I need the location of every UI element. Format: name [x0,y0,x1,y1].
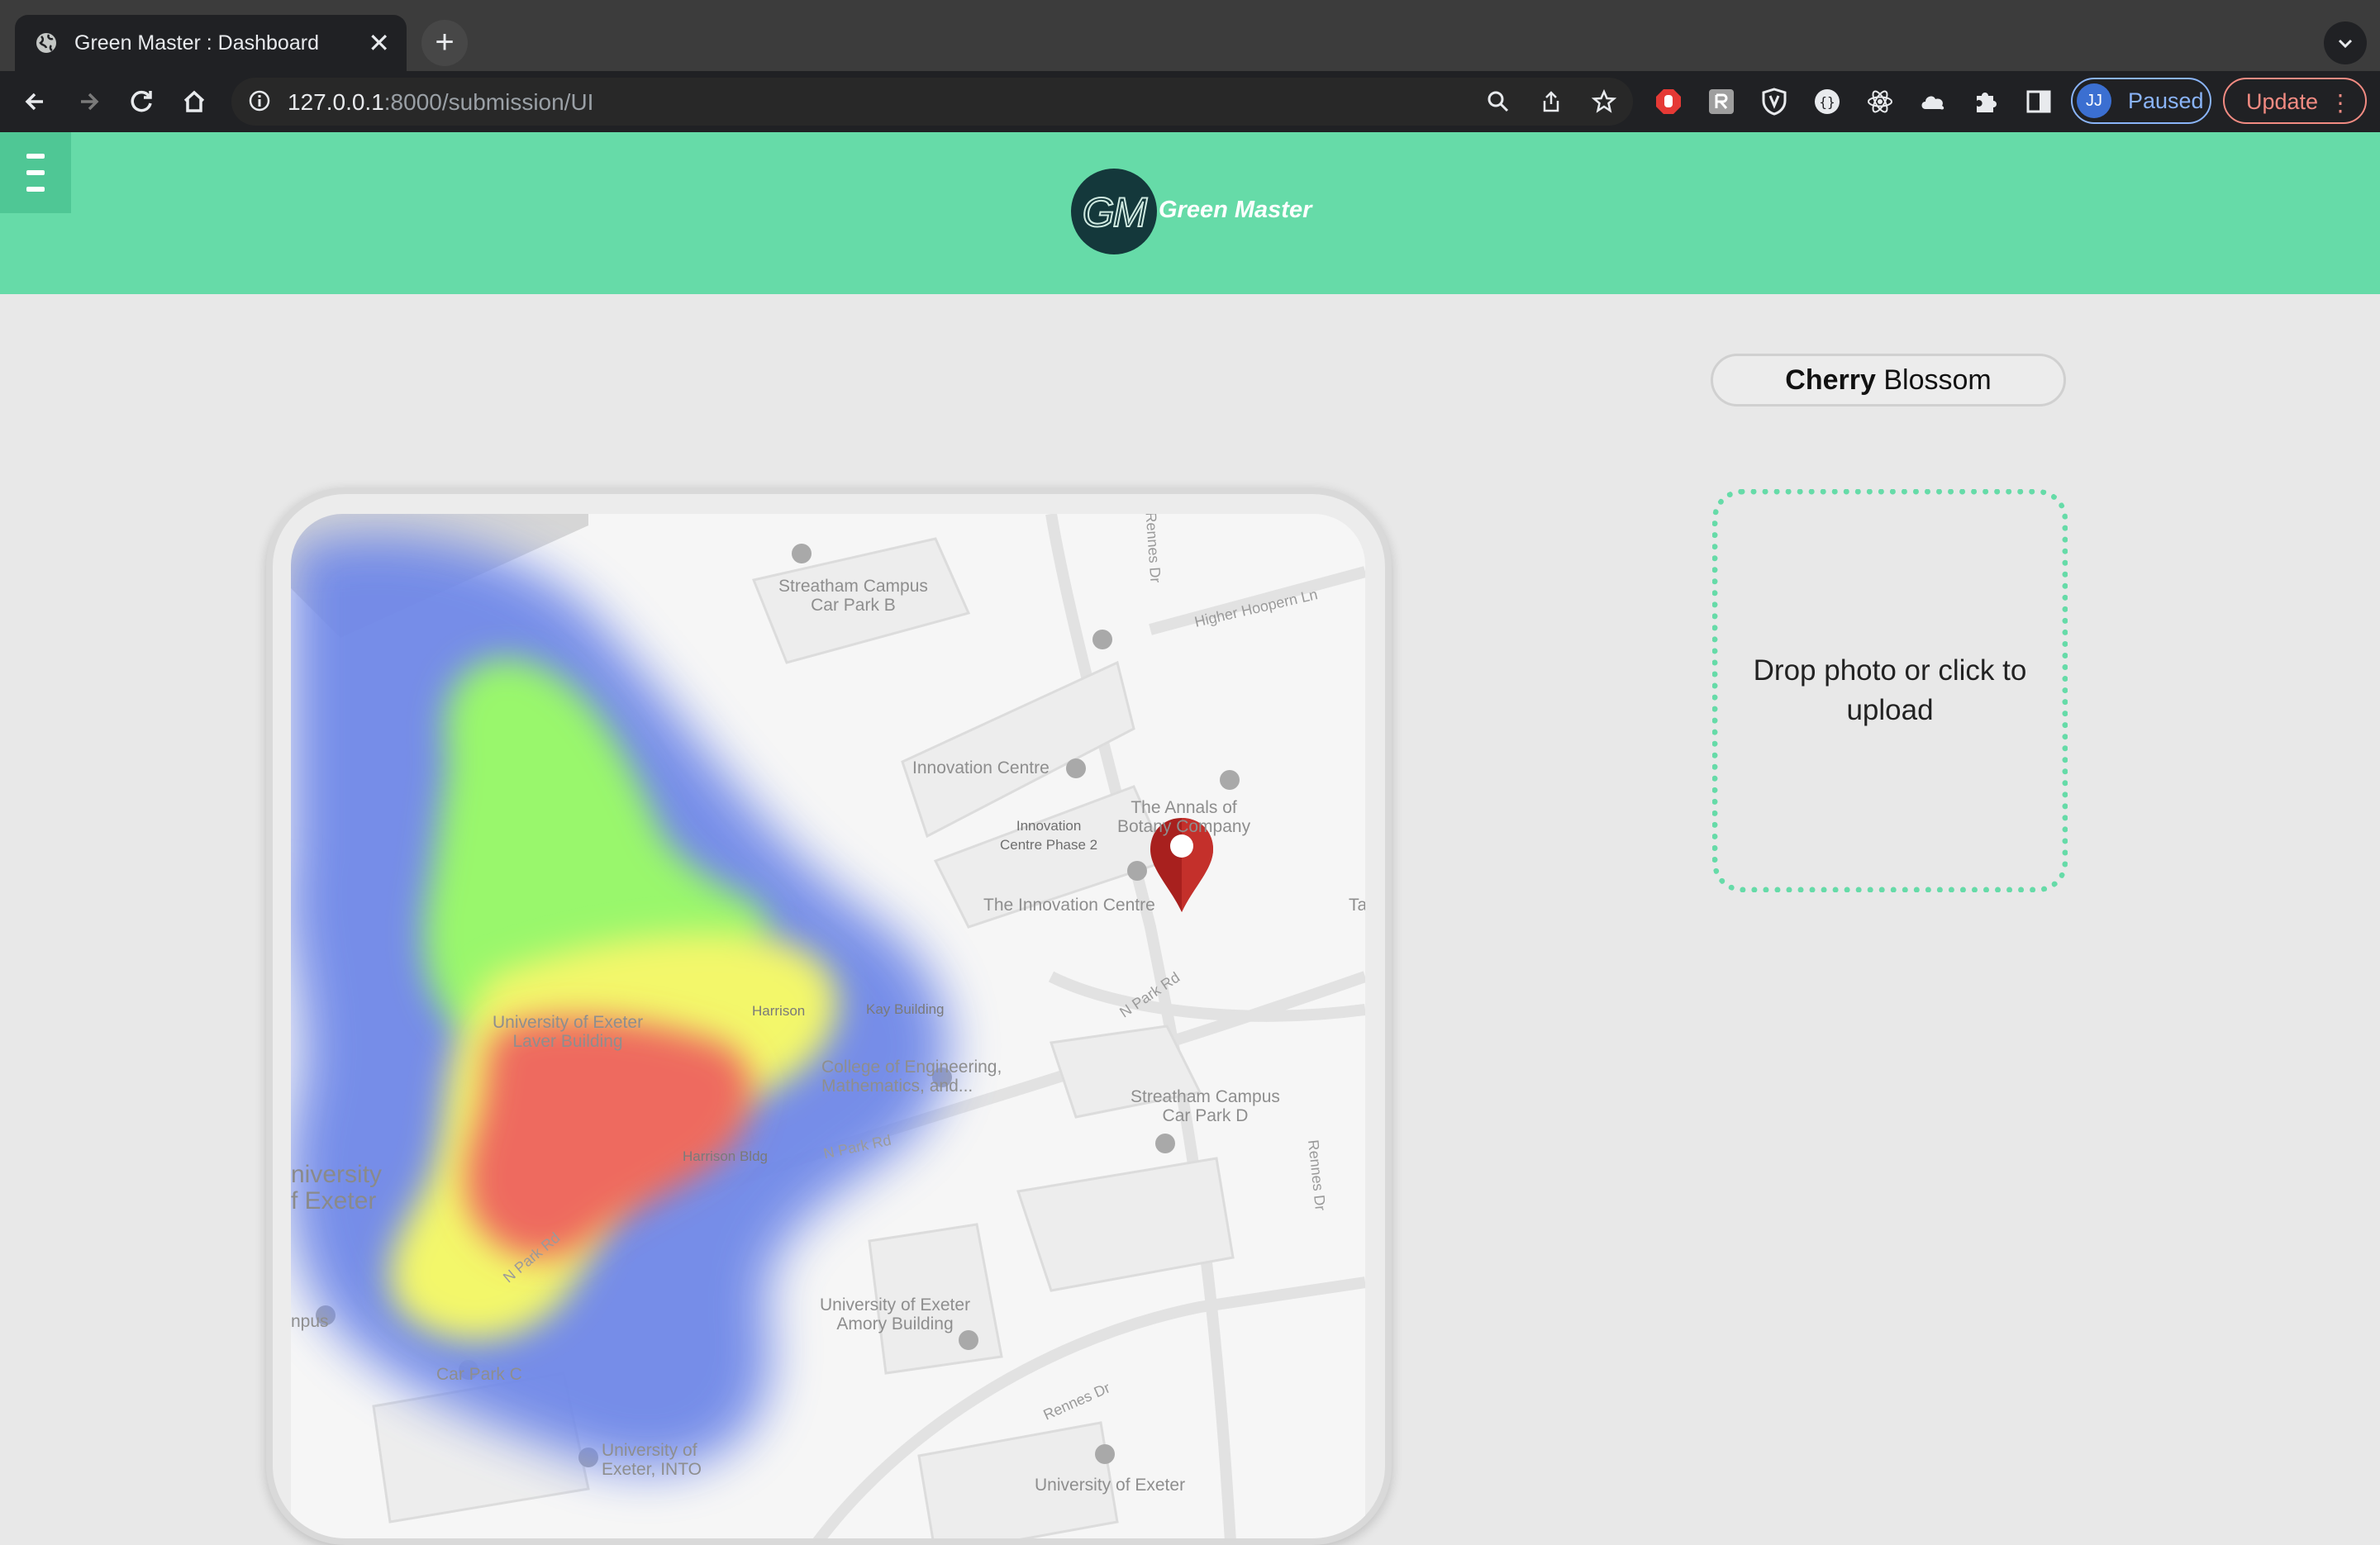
profile-status: Paused [2128,88,2204,113]
tab-close-icon[interactable]: ✕ [368,30,390,56]
menu-bar [26,170,45,175]
reader-extension-icon[interactable] [1707,88,1735,116]
map-label: Innovation Centre Phase 2 [1000,818,1098,853]
address-bar[interactable]: 127.0.0.1:8000/submission/UI [231,78,1633,126]
zoom-search-icon[interactable] [1486,89,1511,114]
logo[interactable]: GM [1071,169,1157,254]
hamburger-menu-button[interactable] [0,132,71,213]
svg-text:{}: {} [1819,94,1835,110]
browser-tab-bar: Green Master : Dashboard ✕ + [0,0,2380,71]
map-canvas [291,514,1365,1538]
map-label: University of Exeter Laver Building [493,1013,644,1051]
chevron-down-icon [2338,39,2353,49]
info-icon[interactable] [248,89,271,112]
map-label: Ta [1349,896,1365,915]
logo-text: GM [1082,188,1149,236]
map-label: University of Exeter [1035,1476,1186,1495]
brand-name: Green Master [1159,197,1312,223]
update-button[interactable]: Update ⋮ [2223,78,2367,124]
plant-name-rest: Blossom [1875,364,1992,396]
globe-icon [36,33,56,53]
react-devtools-icon[interactable] [1866,88,1894,116]
plant-name-label: Cherry Blossom [1711,354,2066,406]
map-label: University of Exeter, INTO [602,1441,702,1479]
forward-icon[interactable] [69,83,107,121]
cloud-extension-icon[interactable] [1919,88,1947,116]
map-label: Streatham Campus Car Park D [1130,1087,1280,1125]
json-extension-icon[interactable]: {} [1813,88,1841,116]
map-label: npus [291,1312,329,1331]
puzzle-extensions-icon[interactable] [1972,88,2000,116]
avatar: JJ [2077,83,2111,118]
menu-bar [26,187,45,192]
more-menu-icon[interactable]: ⋮ [2329,89,2352,116]
plant-name-bold: Cherry [1785,364,1876,396]
home-icon[interactable] [175,83,213,121]
menu-bar [26,154,45,159]
map-label: Harrison [752,1003,806,1019]
map-label: Streatham Campus Car Park B [778,577,928,615]
phone-frame: Streatham Campus Car Park B Higher Hoope… [266,487,1392,1545]
shield-icon[interactable] [1760,88,1788,116]
back-icon[interactable] [17,83,55,121]
browser-tab[interactable]: Green Master : Dashboard ✕ [15,15,407,71]
map-label: The Innovation Centre [983,896,1155,915]
reload-icon[interactable] [122,83,160,121]
map-label: Harrison Bldg [683,1148,768,1164]
photo-upload-dropzone[interactable]: Drop photo or click to upload [1712,489,2068,892]
share-icon[interactable] [1539,89,1564,114]
update-label: Update [2246,89,2319,114]
map-label: Car Park C [436,1365,522,1384]
tab-search-button[interactable] [2324,21,2367,64]
tab-title: Green Master : Dashboard [74,31,319,55]
map-label: The Annals of Botany Company [1117,798,1251,836]
profile-button[interactable]: JJ Paused [2071,78,2211,124]
adblock-extension-icon[interactable] [1654,88,1683,116]
bookmark-star-icon[interactable] [1592,89,1616,114]
upload-instructions: Drop photo or click to upload [1753,654,2027,726]
map-label: niversity f Exeter [291,1161,383,1215]
browser-toolbar: 127.0.0.1:8000/submission/UI {} JJ Pause… [0,71,2380,132]
map-label: Innovation Centre [912,758,1050,777]
map-label: College of Engineering, Mathematics, and… [821,1058,1002,1096]
heatmap-map[interactable]: Streatham Campus Car Park B Higher Hoope… [291,514,1365,1538]
side-panel-icon[interactable] [2025,88,2053,116]
map-label: Kay Building [866,1001,945,1017]
map-label: University of Exeter Amory Building [820,1295,971,1333]
new-tab-button[interactable]: + [421,20,468,66]
app-header: GM Green Master [0,132,2380,294]
url-text[interactable]: 127.0.0.1:8000/submission/UI [288,89,593,116]
